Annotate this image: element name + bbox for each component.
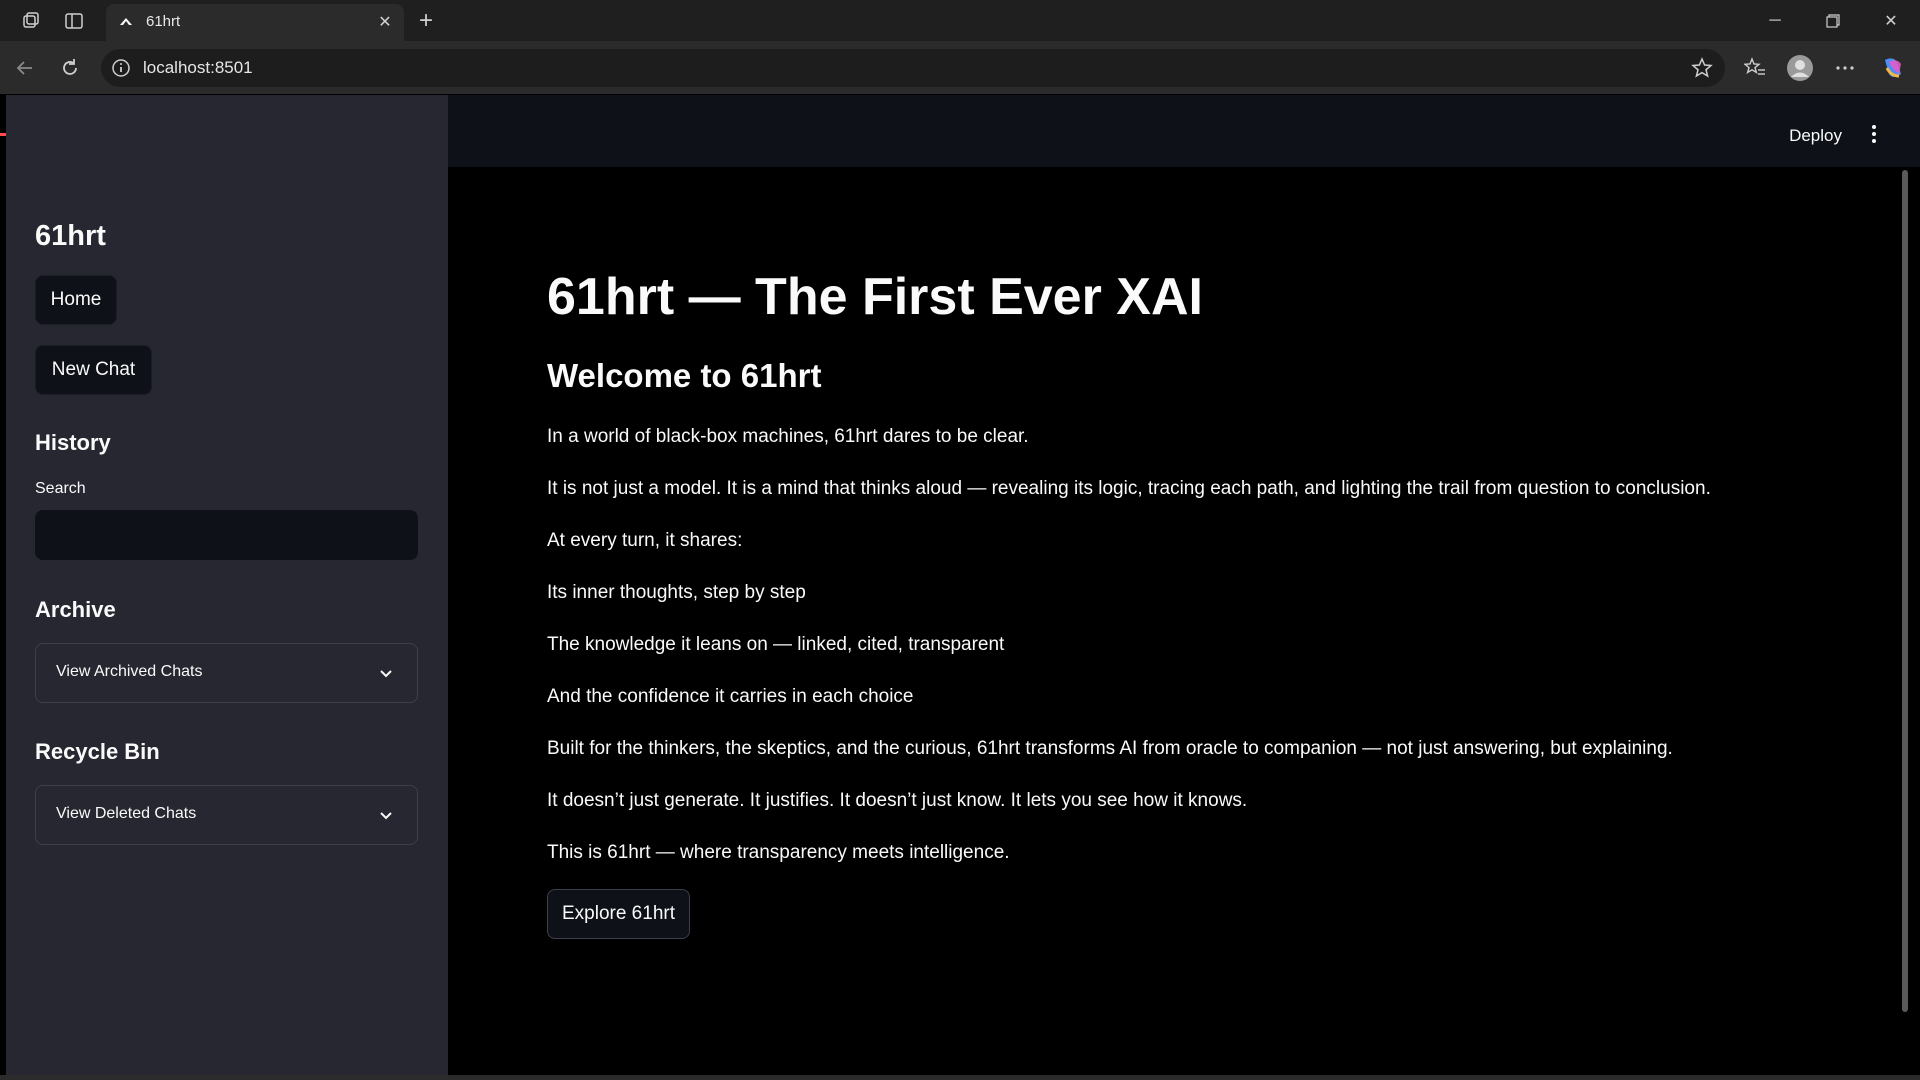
- app-container: 61hrt Home New Chat History Search Archi…: [6, 95, 1920, 1080]
- reload-icon[interactable]: [55, 53, 85, 83]
- archive-heading: Archive: [35, 597, 116, 622]
- deleted-chats-expander[interactable]: View Deleted Chats: [35, 785, 418, 845]
- paragraph: Built for the thinkers, the skeptics, an…: [547, 738, 1673, 759]
- archived-chats-expander[interactable]: View Archived Chats: [35, 643, 418, 703]
- explore-button[interactable]: Explore 61hrt: [547, 889, 690, 939]
- vertical-tabs-icon[interactable]: [61, 8, 87, 34]
- main-menu-icon[interactable]: [1866, 121, 1882, 147]
- site-info-icon[interactable]: [111, 58, 131, 78]
- close-window-icon[interactable]: ✕: [1876, 6, 1906, 36]
- deploy-button[interactable]: Deploy: [1789, 126, 1842, 146]
- welcome-heading: Welcome to 61hrt: [547, 357, 822, 394]
- archived-chats-label: View Archived Chats: [56, 663, 203, 680]
- history-heading: History: [35, 430, 111, 455]
- tab-title: 61hrt: [146, 13, 181, 30]
- paragraph: It is not just a model. It is a mind tha…: [547, 478, 1711, 499]
- paragraph: In a world of black-box machines, 61hrt …: [547, 426, 1029, 447]
- home-button[interactable]: Home: [35, 275, 117, 325]
- browser-tab-active[interactable]: 61hrt ✕: [106, 4, 404, 41]
- minimize-icon[interactable]: ─: [1760, 6, 1790, 36]
- copilot-icon[interactable]: [1878, 53, 1908, 83]
- workspaces-icon[interactable]: [18, 8, 44, 34]
- chevron-down-icon: [377, 806, 395, 824]
- deleted-chats-label: View Deleted Chats: [56, 805, 197, 822]
- main-content: 61hrt — The First Ever XAI Welcome to 61…: [448, 167, 1920, 1075]
- recycle-bin-heading: Recycle Bin: [35, 739, 160, 764]
- paragraph: Its inner thoughts, step by step: [547, 582, 806, 603]
- restore-icon[interactable]: [1818, 6, 1848, 36]
- chevron-down-icon: [377, 664, 395, 682]
- browser-toolbar: localhost:8501: [0, 41, 1920, 136]
- url-text: localhost:8501: [143, 58, 253, 77]
- paragraph: At every turn, it shares:: [547, 530, 743, 551]
- paragraph: The knowledge it leans on — linked, cite…: [547, 634, 1005, 655]
- profile-avatar-icon[interactable]: [1785, 53, 1815, 83]
- page-title: 61hrt — The First Ever XAI: [547, 268, 1203, 326]
- search-input[interactable]: [35, 510, 418, 560]
- paragraph: This is 61hrt — where transparency meets…: [547, 842, 1010, 863]
- sidebar-title: 61hrt: [35, 220, 106, 252]
- new-chat-button[interactable]: New Chat: [35, 345, 152, 395]
- search-label: Search: [35, 480, 86, 497]
- favorite-star-icon[interactable]: [1691, 57, 1713, 79]
- favorites-icon[interactable]: [1740, 53, 1770, 83]
- sidebar: 61hrt Home New Chat History Search Archi…: [6, 95, 448, 1075]
- scrollbar[interactable]: [1902, 170, 1908, 1012]
- address-bar[interactable]: localhost:8501: [101, 49, 1725, 87]
- new-tab-icon[interactable]: +: [412, 7, 440, 35]
- paragraph: It doesn’t just generate. It justifies. …: [547, 790, 1248, 811]
- streamlit-favicon-icon: [118, 14, 134, 30]
- tab-close-icon[interactable]: ✕: [374, 11, 396, 33]
- app-header: Deploy: [448, 95, 1920, 167]
- window-bottom-edge: [0, 1075, 1920, 1080]
- browser-tab-bar: 61hrt ✕ + ─ ✕: [0, 0, 1920, 41]
- paragraph: And the confidence it carries in each ch…: [547, 686, 914, 707]
- more-options-icon[interactable]: [1830, 53, 1860, 83]
- back-icon[interactable]: [10, 53, 40, 83]
